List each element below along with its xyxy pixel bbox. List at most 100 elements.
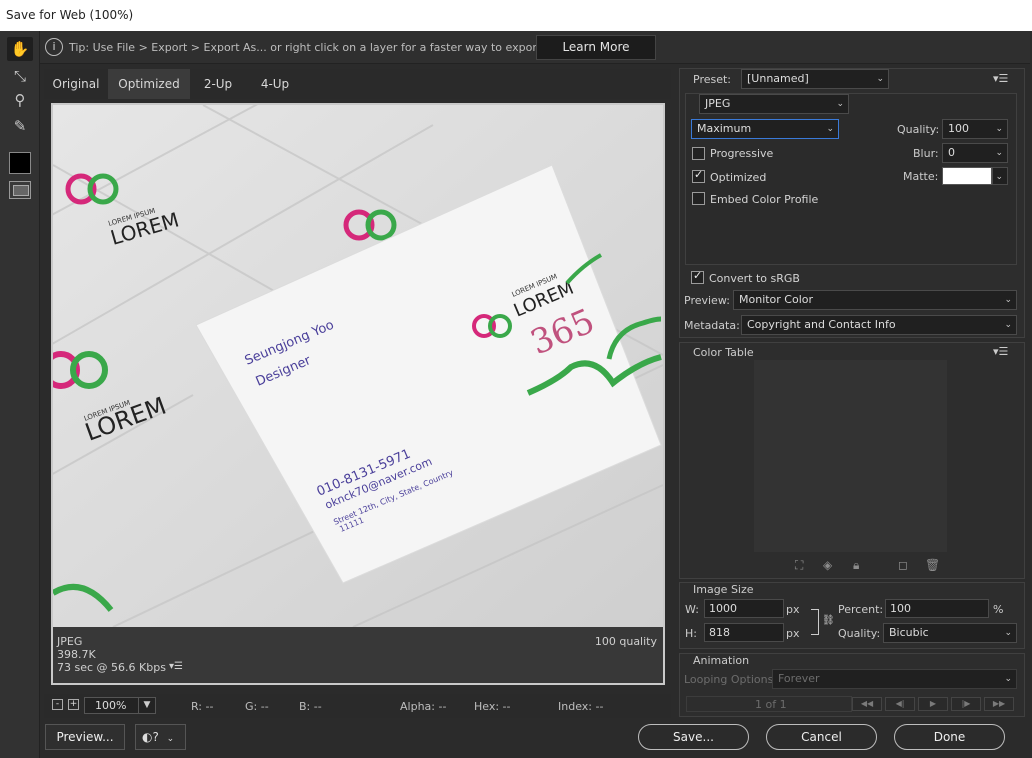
preview-button[interactable]: Preview...: [45, 724, 125, 750]
preview-image[interactable]: LOREM IPSUM LOREM LOREM IPSUM LOREM LORE…: [53, 105, 663, 627]
eyedropper-tool-icon[interactable]: ✎: [7, 114, 33, 138]
slice-select-tool-icon[interactable]: ⤡: [7, 64, 33, 88]
width-input[interactable]: 1000: [704, 599, 784, 618]
looping-options-value: Forever: [778, 672, 820, 685]
tab-original[interactable]: Original: [44, 69, 108, 99]
toggle-slices-icon[interactable]: [9, 181, 31, 199]
quality-field[interactable]: 100 ⌄: [942, 119, 1008, 139]
color-table-menu-icon[interactable]: ▾☰: [993, 345, 1008, 358]
image-format: JPEG: [57, 635, 83, 648]
first-frame-icon: ◀◀: [852, 697, 882, 711]
optimized-label: Optimized: [710, 171, 767, 184]
image-quality-readout: 100 quality: [594, 635, 657, 648]
chevron-down-icon: ⌄: [1004, 674, 1012, 684]
compression-value: Maximum: [697, 122, 752, 135]
chevron-down-icon: ⌄: [166, 734, 175, 744]
window-title: Save for Web (100%): [0, 0, 1032, 31]
chevron-down-icon: ⌄: [1004, 320, 1012, 330]
previous-frame-icon: ◀|: [885, 697, 915, 711]
blue-readout: B: --: [299, 700, 322, 713]
hand-tool-icon[interactable]: ✋: [7, 37, 33, 61]
preset-dropdown[interactable]: [Unnamed] ⌄: [741, 69, 889, 89]
looping-options-label: Looping Options:: [684, 673, 778, 686]
preset-label: Preset:: [693, 73, 732, 86]
zoom-tool-icon[interactable]: ⚲: [7, 88, 33, 112]
file-format-dropdown[interactable]: JPEG ⌄: [699, 94, 849, 114]
tool-strip: ✋ ⤡ ⚲ ✎: [0, 31, 40, 758]
preview-color-dropdown[interactable]: Monitor Color ⌄: [733, 290, 1017, 310]
tip-bar: i Tip: Use File > Export > Export As... …: [40, 31, 1030, 64]
image-size-title: Image Size: [693, 583, 754, 596]
metadata-label: Metadata:: [684, 319, 740, 332]
eyedropper-color-swatch[interactable]: [9, 152, 31, 174]
next-frame-icon: |▶: [951, 697, 981, 711]
embed-color-profile-checkbox[interactable]: [692, 192, 705, 205]
compression-quality-dropdown[interactable]: Maximum ⌄: [691, 119, 839, 139]
view-tabs: Original Optimized 2-Up 4-Up: [44, 69, 671, 99]
index-readout: Index: --: [558, 700, 604, 713]
preview-browser-dropdown[interactable]: ◐? ⌄: [135, 724, 186, 750]
cancel-button[interactable]: Cancel: [766, 724, 877, 750]
embed-color-profile-label: Embed Color Profile: [710, 193, 819, 206]
quality-label: Quality:: [897, 123, 940, 136]
metadata-dropdown[interactable]: Copyright and Contact Info ⌄: [741, 315, 1017, 335]
alpha-readout: Alpha: --: [400, 700, 447, 713]
percent-input[interactable]: 100: [885, 599, 989, 618]
optimized-checkbox[interactable]: [692, 168, 705, 183]
new-color-icon[interactable]: ◻: [898, 558, 908, 572]
matte-label: Matte:: [903, 170, 939, 183]
tab-2-up[interactable]: 2-Up: [190, 69, 246, 99]
chevron-down-icon: ⌄: [826, 124, 834, 134]
matte-dropdown[interactable]: ⌄: [992, 167, 1008, 185]
zoom-out-icon[interactable]: -: [52, 699, 63, 710]
browser-icon: ◐?: [142, 730, 159, 744]
progressive-checkbox[interactable]: [692, 147, 705, 160]
percent-label: Percent:: [838, 603, 884, 616]
progressive-label: Progressive: [710, 147, 774, 160]
tab-4-up[interactable]: 4-Up: [246, 69, 304, 99]
blur-field[interactable]: 0 ⌄: [942, 143, 1008, 163]
width-unit: px: [786, 603, 800, 616]
resample-quality-label: Quality:: [838, 627, 881, 640]
cube-icon[interactable]: ◈: [823, 558, 832, 572]
save-button[interactable]: Save...: [638, 724, 749, 750]
preview-color-value: Monitor Color: [739, 293, 814, 306]
image-size: 398.7K: [57, 648, 96, 661]
frame-counter: 1 of 1: [755, 698, 787, 711]
resample-quality-dropdown[interactable]: Bicubic ⌄: [883, 623, 1017, 643]
file-format-value: JPEG: [705, 97, 731, 110]
animation-title: Animation: [693, 654, 750, 667]
info-menu-icon[interactable]: ▾☰: [169, 661, 183, 672]
tab-optimized[interactable]: Optimized: [108, 69, 190, 99]
learn-more-button[interactable]: Learn More: [536, 35, 656, 60]
info-icon: i: [45, 38, 63, 56]
blur-value: 0: [948, 146, 955, 159]
chevron-down-icon: ⌄: [995, 148, 1003, 158]
red-readout: R: --: [191, 700, 214, 713]
chevron-down-icon: ⌄: [995, 172, 1003, 182]
chevron-down-icon: ⌄: [836, 99, 844, 109]
chevron-down-icon: ⌄: [876, 74, 884, 84]
blur-label: Blur:: [913, 147, 939, 160]
download-time: 73 sec @ 56.6 Kbps: [57, 661, 166, 674]
optimize-menu-icon[interactable]: ▾☰: [993, 72, 1008, 85]
height-input[interactable]: 818: [704, 623, 784, 642]
percent-unit: %: [993, 603, 1004, 616]
tip-text: Tip: Use File > Export > Export As... or…: [69, 41, 580, 54]
zoom-in-icon[interactable]: +: [68, 699, 79, 710]
image-info: JPEG 398.7K 73 sec @ 56.6 Kbps: [57, 635, 166, 674]
convert-srgb-checkbox[interactable]: [691, 269, 704, 284]
zoom-dropdown-icon[interactable]: ▼: [138, 697, 156, 714]
link-bracket: [811, 609, 819, 635]
done-button[interactable]: Done: [894, 724, 1005, 750]
web-snap-icon[interactable]: ⛶: [795, 558, 803, 573]
link-icon[interactable]: ⛓: [822, 615, 835, 626]
matte-color-swatch[interactable]: [942, 167, 992, 185]
trash-icon[interactable]: 🗑︎: [925, 558, 940, 572]
preset-value: [Unnamed]: [747, 72, 809, 85]
color-table-swatches[interactable]: [754, 360, 947, 552]
optimized-preview-frame: LOREM IPSUM LOREM LOREM IPSUM LOREM LORE…: [51, 103, 665, 685]
metadata-value: Copyright and Contact Info: [747, 318, 896, 331]
lock-icon[interactable]: 🔒︎: [853, 558, 859, 573]
quality-value: 100: [948, 122, 969, 135]
